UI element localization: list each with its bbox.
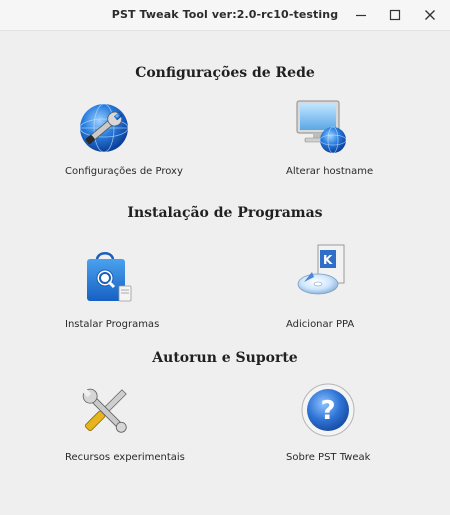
window-title: PST Tweak Tool ver:2.0-rc10-testing	[111, 8, 339, 21]
software-bag-icon	[87, 252, 132, 302]
about-button[interactable]: ? Sobre PST Tweak	[280, 382, 390, 467]
proxy-settings-button[interactable]: Configurações de Proxy	[60, 100, 200, 180]
about-label: Sobre PST Tweak	[286, 452, 371, 463]
computer-globe-icon	[296, 100, 347, 154]
minimize-button[interactable]	[350, 5, 372, 25]
add-ppa-label: Adicionar PPA	[286, 319, 355, 330]
add-ppa-button[interactable]: K Adicionar PPA	[280, 242, 390, 334]
tools-icon	[82, 388, 127, 433]
proxy-settings-label: Configurações de Proxy	[65, 166, 183, 177]
section-title-network: Configurações de Rede	[135, 65, 315, 81]
maximize-button[interactable]	[384, 5, 406, 25]
experimental-features-label: Recursos experimentais	[65, 452, 185, 463]
svg-text:?: ?	[320, 396, 335, 426]
change-hostname-label: Alterar hostname	[286, 166, 374, 177]
minimize-icon	[356, 14, 366, 17]
install-programs-label: Instalar Programas	[65, 319, 160, 330]
experimental-features-button[interactable]: Recursos experimentais	[60, 382, 200, 467]
section-title-programs: Instalação de Programas	[127, 205, 323, 221]
globe-wrench-icon	[79, 103, 129, 153]
help-icon: ?	[301, 383, 355, 437]
title-bar[interactable]: PST Tweak Tool ver:2.0-rc10-testing	[0, 0, 450, 31]
package-disc-icon: K	[297, 244, 345, 295]
close-button[interactable]	[419, 5, 441, 25]
svg-text:K: K	[323, 253, 333, 267]
install-programs-button[interactable]: Instalar Programas	[60, 248, 190, 333]
close-icon	[425, 10, 435, 20]
main-window: PST Tweak Tool ver:2.0-rc10-testing Conf…	[0, 0, 450, 515]
maximize-icon	[389, 9, 401, 21]
section-title-support: Autorun e Suporte	[152, 350, 298, 366]
change-hostname-button[interactable]: Alterar hostname	[280, 98, 390, 180]
